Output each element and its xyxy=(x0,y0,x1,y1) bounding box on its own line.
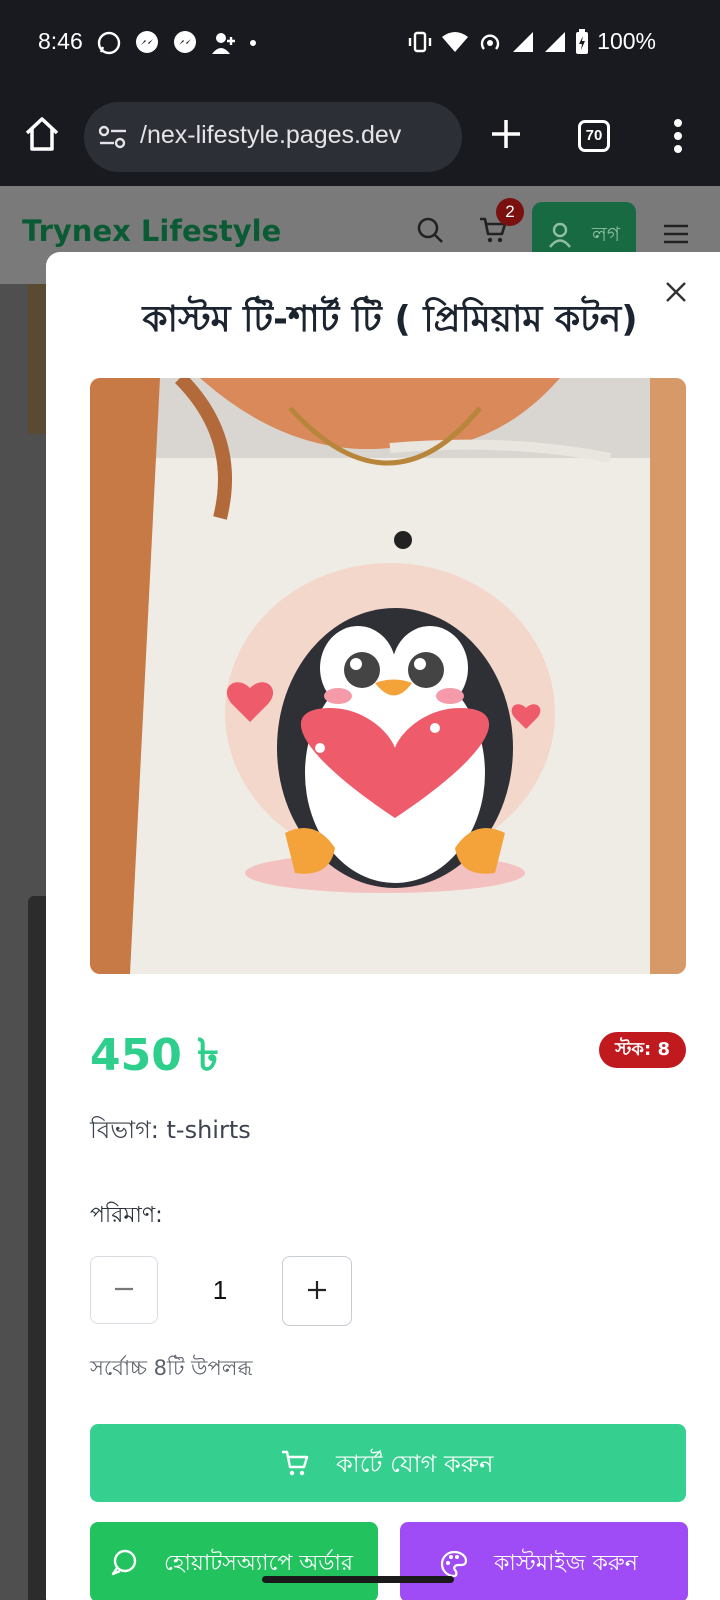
add-person-icon xyxy=(212,33,235,54)
user-icon xyxy=(549,222,571,248)
whatsapp-order-button[interactable]: হোয়াটসঅ্যাপে অর্ডার xyxy=(90,1522,378,1600)
brand-logo[interactable]: Trynex Lifestyle xyxy=(22,214,281,248)
quantity-increase-button[interactable] xyxy=(282,1256,352,1326)
status-time: 8:46 xyxy=(38,28,83,54)
plus-icon xyxy=(308,1280,326,1299)
quantity-value[interactable]: 1 xyxy=(158,1256,282,1324)
add-to-cart-button[interactable]: কার্টে যোগ করুন xyxy=(90,1424,686,1502)
login-label: লগ xyxy=(592,222,621,246)
home-icon[interactable] xyxy=(22,114,62,154)
battery-charging-icon xyxy=(576,28,589,54)
site-settings-icon[interactable] xyxy=(98,124,128,150)
minus-icon xyxy=(115,1287,133,1290)
gesture-navigation-bar[interactable] xyxy=(262,1576,454,1583)
system-icons: 100% xyxy=(407,28,656,55)
product-image xyxy=(90,378,686,974)
hamburger-menu-icon[interactable] xyxy=(664,224,688,244)
add-to-cart-label: কার্টে যোগ করুন xyxy=(336,1450,494,1478)
status-bar: 8:46 100% xyxy=(0,0,720,90)
penguin-tshirt-illustration xyxy=(90,378,686,974)
cart-icon xyxy=(282,1450,309,1476)
messenger-icon xyxy=(136,31,158,53)
notification-icons xyxy=(96,30,258,56)
cart-count-badge: 2 xyxy=(496,198,524,226)
quantity-label: পরিমাণ: xyxy=(90,1203,163,1228)
product-category: বিভাগ: t-shirts xyxy=(90,1116,251,1144)
url-text: /nex-lifestyle.pages.dev xyxy=(140,121,402,149)
product-price: 450 ৳ xyxy=(90,1030,220,1081)
messenger-icon-2 xyxy=(174,31,196,53)
wifi-icon xyxy=(442,31,469,52)
signal-icon xyxy=(513,31,534,52)
browser-toolbar: /nex-lifestyle.pages.dev 70 xyxy=(0,90,720,186)
battery-percent: 100% xyxy=(597,28,656,54)
search-icon[interactable] xyxy=(416,216,444,244)
address-bar[interactable]: /nex-lifestyle.pages.dev xyxy=(84,102,462,172)
palette-icon xyxy=(440,1550,468,1578)
customize-button[interactable]: কাস্টমাইজ করুন xyxy=(400,1522,688,1600)
more-options-icon[interactable] xyxy=(670,118,686,154)
chat-bubble-icon xyxy=(111,1549,137,1576)
product-title: কাস্টম টি-শার্ট টি ( প্রিমিয়াম কটন) xyxy=(142,299,638,340)
tab-switcher-button[interactable]: 70 xyxy=(578,120,610,152)
quantity-decrease-button[interactable] xyxy=(90,1256,158,1324)
background-card xyxy=(28,284,48,434)
hotspot-icon xyxy=(481,34,500,50)
customize-label: কাস্টমাইজ করুন xyxy=(494,1551,638,1576)
product-modal: কাস্টম টি-শার্ট টি ( প্রিমিয়াম কটন) 450… xyxy=(46,252,720,1600)
dot-icon xyxy=(250,40,256,46)
vibrate-icon xyxy=(408,31,432,52)
background-card xyxy=(28,896,48,1600)
stock-badge: স্টক: 8 xyxy=(599,1032,686,1068)
new-tab-icon[interactable] xyxy=(488,116,524,152)
max-quantity-note: সর্বোচ্চ 8টি উপলব্ধ xyxy=(90,1356,253,1380)
signal-icon-2 xyxy=(545,31,566,52)
whatsapp-icon xyxy=(97,31,121,55)
